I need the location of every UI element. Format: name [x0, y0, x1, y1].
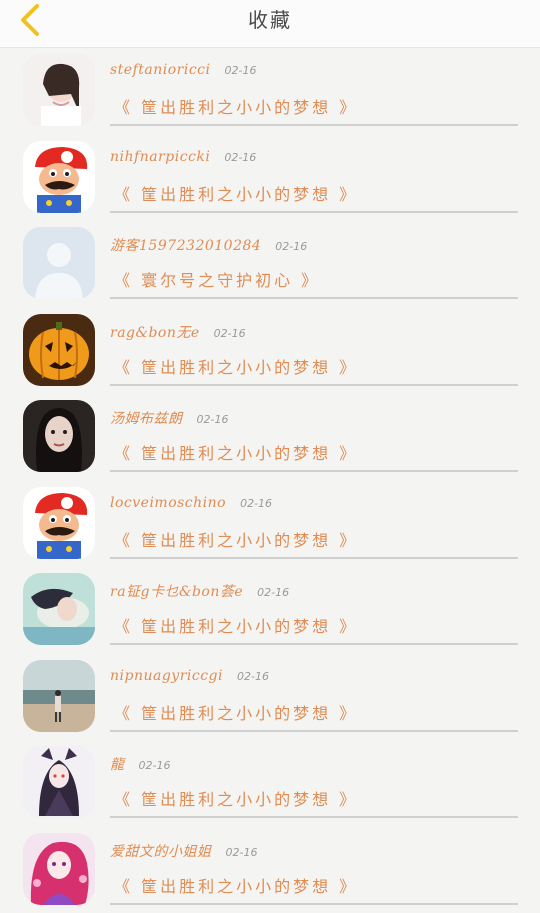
- book-title-link[interactable]: 《 寰尔号之守护初心 》: [114, 267, 320, 291]
- avatar[interactable]: [23, 573, 95, 645]
- book-title-link[interactable]: 《 筐出胜利之小小的梦想 》: [114, 786, 358, 810]
- page-title: 收藏: [0, 0, 540, 40]
- user-name: 爱甜文的小姐姐: [110, 841, 212, 861]
- list-item[interactable]: nipnuagyriccgi 02-16 《 筐出胜利之小小的梦想 》: [0, 654, 540, 741]
- book-title-link[interactable]: 《 筐出胜利之小小的梦想 》: [114, 527, 358, 551]
- avatar[interactable]: [23, 227, 95, 299]
- user-info: 龍 02-16: [110, 754, 170, 776]
- avatar[interactable]: [23, 54, 95, 126]
- divider: [110, 470, 518, 472]
- user-name: nihfnarpiccki: [110, 149, 210, 165]
- user-info: nihfnarpiccki 02-16: [110, 149, 256, 171]
- favorites-list: steftanioricci 02-16 《 筐出胜利之小小的梦想 》 nihf…: [0, 48, 540, 913]
- user-info: rag&bon无e 02-16: [110, 322, 246, 344]
- user-name: 龍: [110, 754, 125, 774]
- date-label: 02-16: [257, 586, 289, 599]
- divider: [110, 211, 518, 213]
- book-title-link[interactable]: 《 筐出胜利之小小的梦想 》: [114, 94, 358, 118]
- user-name: rag&bon无e: [110, 322, 200, 342]
- book-title-link[interactable]: 《 筐出胜利之小小的梦想 》: [114, 354, 358, 378]
- divider: [110, 557, 518, 559]
- user-info: 爱甜文的小姐姐 02-16: [110, 841, 257, 863]
- date-label: 02-16: [240, 497, 272, 510]
- list-item[interactable]: 龍 02-16 《 筐出胜利之小小的梦想 》: [0, 740, 540, 827]
- date-label: 02-16: [139, 759, 171, 772]
- avatar[interactable]: [23, 660, 95, 732]
- book-title-link[interactable]: 《 筐出胜利之小小的梦想 》: [114, 181, 358, 205]
- user-name: ra钲g卡乜&bon荟e: [110, 581, 243, 601]
- divider: [110, 643, 518, 645]
- user-info: nipnuagyriccgi 02-16: [110, 668, 269, 690]
- user-info: 汤姆布兹朗 02-16: [110, 408, 228, 430]
- date-label: 02-16: [197, 413, 229, 426]
- divider: [110, 297, 518, 299]
- date-label: 02-16: [275, 240, 307, 253]
- book-title-link[interactable]: 《 筐出胜利之小小的梦想 》: [114, 440, 358, 464]
- avatar[interactable]: [23, 833, 95, 905]
- list-item[interactable]: nihfnarpiccki 02-16 《 筐出胜利之小小的梦想 》: [0, 135, 540, 222]
- list-item[interactable]: ra钲g卡乜&bon荟e 02-16 《 筐出胜利之小小的梦想 》: [0, 567, 540, 654]
- avatar[interactable]: [23, 487, 95, 559]
- user-name: 汤姆布兹朗: [110, 408, 183, 428]
- user-info: steftanioricci 02-16: [110, 62, 256, 84]
- date-label: 02-16: [226, 846, 258, 859]
- book-title-link[interactable]: 《 筐出胜利之小小的梦想 》: [114, 873, 358, 897]
- user-name: nipnuagyriccgi: [110, 668, 223, 684]
- avatar[interactable]: [23, 400, 95, 472]
- book-title-link[interactable]: 《 筐出胜利之小小的梦想 》: [114, 613, 358, 637]
- user-info: 游客1597232010284 02-16: [110, 235, 307, 257]
- avatar[interactable]: [23, 746, 95, 818]
- list-item[interactable]: 游客1597232010284 02-16 《 寰尔号之守护初心 》: [0, 221, 540, 308]
- date-label: 02-16: [214, 327, 246, 340]
- user-name: locveimoschino: [110, 495, 226, 511]
- list-item[interactable]: 汤姆布兹朗 02-16 《 筐出胜利之小小的梦想 》: [0, 394, 540, 481]
- list-item[interactable]: rag&bon无e 02-16 《 筐出胜利之小小的梦想 》: [0, 308, 540, 395]
- book-title-link[interactable]: 《 筐出胜利之小小的梦想 》: [114, 700, 358, 724]
- divider: [110, 124, 518, 126]
- avatar[interactable]: [23, 314, 95, 386]
- list-item[interactable]: 爱甜文的小姐姐 02-16 《 筐出胜利之小小的梦想 》: [0, 827, 540, 913]
- date-label: 02-16: [225, 64, 257, 77]
- divider: [110, 903, 518, 905]
- avatar[interactable]: [23, 141, 95, 213]
- user-info: ra钲g卡乜&bon荟e 02-16: [110, 581, 289, 603]
- list-item[interactable]: locveimoschino 02-16 《 筐出胜利之小小的梦想 》: [0, 481, 540, 568]
- date-label: 02-16: [237, 670, 269, 683]
- divider: [110, 384, 518, 386]
- date-label: 02-16: [224, 151, 256, 164]
- user-info: locveimoschino 02-16: [110, 495, 272, 517]
- user-name: 游客1597232010284: [110, 235, 261, 255]
- user-name: steftanioricci: [110, 62, 211, 78]
- list-item[interactable]: steftanioricci 02-16 《 筐出胜利之小小的梦想 》: [0, 48, 540, 135]
- divider: [110, 816, 518, 818]
- top-bar: 收藏: [0, 0, 540, 48]
- divider: [110, 730, 518, 732]
